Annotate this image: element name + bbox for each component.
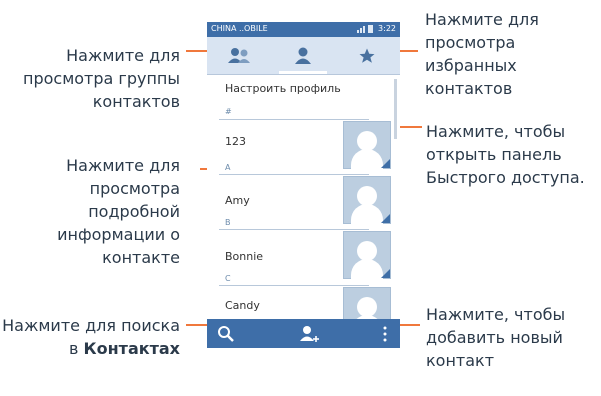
section-header: # [225, 107, 232, 116]
callout-group-view: Нажмите для просмотра группы контактов [0, 44, 180, 113]
bottom-action-bar [207, 319, 400, 348]
contacts-list[interactable]: Настроить профиль # 123 A Amy B Bonnie C… [207, 75, 400, 335]
callout-details-view: Нажмите для просмотра подробной информац… [0, 154, 180, 269]
carrier-label: CHINA ..OBILE [211, 24, 268, 33]
section-divider [219, 285, 369, 286]
callout-quick-access: Нажмите, чтобы открыть панель Быстрого д… [426, 120, 598, 189]
tab-favorites[interactable] [335, 37, 399, 74]
section-header: C [225, 274, 231, 283]
callout-favorites: Нажмите для просмотра избранных контакто… [425, 8, 590, 100]
contact-name[interactable]: Candy [225, 299, 260, 312]
setup-profile-item[interactable]: Настроить профиль [225, 82, 341, 95]
callout-favorites-text: Нажмите для просмотра избранных контакто… [425, 10, 539, 98]
section-divider [219, 174, 369, 175]
search-icon [218, 325, 234, 342]
status-icons: 3:22 [357, 24, 396, 33]
clock: 3:22 [378, 24, 396, 33]
star-icon [359, 48, 375, 63]
overflow-menu-button[interactable] [375, 319, 395, 348]
contact-name[interactable]: Amy [225, 194, 250, 207]
signal-icon [357, 25, 374, 33]
add-contact-button[interactable] [295, 319, 323, 348]
group-icon [228, 47, 250, 63]
contacts-tabs [207, 37, 400, 75]
callout-search: Нажмите для поиска в Контактах [0, 314, 180, 360]
callout-add-contact-text: Нажмите, чтобы добавить новый контакт [426, 305, 566, 370]
callout-add-contact: Нажмите, чтобы добавить новый контакт [426, 303, 591, 372]
contact-icon [295, 47, 311, 64]
search-button[interactable] [213, 319, 239, 348]
more-icon [383, 326, 387, 341]
scrollbar[interactable] [394, 79, 397, 139]
tab-contacts[interactable] [271, 37, 335, 74]
contact-name[interactable]: Bonnie [225, 250, 263, 263]
section-divider [219, 119, 369, 120]
callout-details-view-text: Нажмите для просмотра подробной информац… [57, 156, 180, 267]
contact-avatar[interactable] [343, 176, 391, 224]
callout-quick-access-text: Нажмите, чтобы открыть панель Быстрого д… [426, 122, 585, 187]
contact-name[interactable]: 123 [225, 135, 246, 148]
callout-group-view-text: Нажмите для просмотра группы контактов [22, 46, 180, 111]
tab-groups[interactable] [207, 37, 271, 74]
section-divider [219, 229, 369, 230]
section-header: A [225, 163, 231, 172]
section-header: B [225, 218, 231, 227]
status-bar: CHINA ..OBILE 3:22 [207, 22, 400, 37]
contact-avatar[interactable] [343, 121, 391, 169]
add-contact-icon [300, 325, 319, 342]
contact-avatar[interactable] [343, 231, 391, 279]
phone-screen: CHINA ..OBILE 3:22 Настроить профиль # 1… [207, 22, 400, 348]
callout-search-bold: Контактах [83, 339, 180, 358]
